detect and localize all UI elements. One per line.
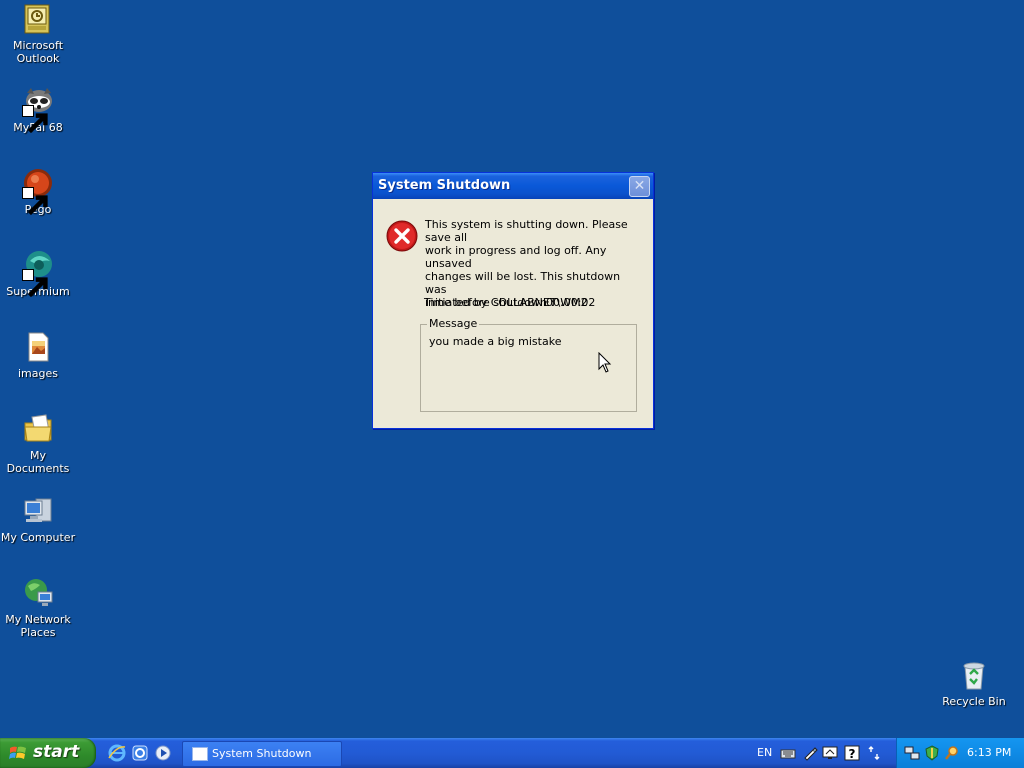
desktop-icon-mypal[interactable]: MyPal 68 — [0, 85, 76, 134]
warning-line: changes will be lost. This shutdown was — [425, 270, 621, 296]
desktop-icon-label: My Documents — [6, 449, 70, 475]
taskbar-button-label: System Shutdown — [212, 747, 312, 760]
image-file-icon — [22, 331, 54, 363]
desktop-icon-label: Outlook — [16, 52, 60, 65]
desktop-icon-label: Microsoft — [12, 39, 64, 52]
clock[interactable]: 6:13 PM — [967, 746, 1011, 759]
desktop-icon-my-network-places[interactable]: My Network Places — [0, 577, 76, 639]
display-icon[interactable] — [822, 745, 838, 761]
taskbar-button-system-shutdown[interactable]: System Shutdown — [182, 741, 342, 767]
desktop-icon-microsoft-outlook[interactable]: Microsoft Outlook — [0, 3, 76, 65]
message-legend: Message — [427, 317, 480, 330]
search-icon[interactable] — [944, 745, 960, 761]
taskbar: start System Shutdown EN ? 6:13 PM — [0, 738, 1024, 768]
error-icon — [386, 220, 418, 252]
shortcut-arrow-icon — [22, 187, 48, 216]
shortcut-arrow-icon — [22, 269, 48, 298]
desktop: Microsoft Outlook MyPal 68 Pego Supermiu… — [0, 0, 1024, 738]
outlook-icon — [22, 3, 54, 35]
arrows-icon[interactable] — [866, 745, 882, 761]
windows-logo-icon — [9, 746, 26, 759]
internet-explorer-icon[interactable] — [108, 744, 126, 762]
desktop-icon-label: images — [18, 367, 58, 380]
desktop-icon-label: Places — [20, 626, 56, 639]
start-label: start — [33, 742, 80, 762]
shortcut-arrow-icon — [22, 105, 48, 134]
network-icon[interactable] — [904, 745, 920, 761]
warning-line: work in progress and log off. Any unsave… — [425, 244, 607, 270]
help-icon[interactable]: ? — [844, 745, 860, 761]
media-player-icon[interactable] — [154, 744, 172, 762]
dialog-title: System Shutdown — [378, 178, 511, 193]
shield-icon[interactable] — [924, 745, 940, 761]
pen-icon[interactable] — [802, 745, 818, 761]
window-icon — [192, 747, 208, 761]
recycle-bin-icon — [958, 659, 990, 691]
system-shutdown-dialog: System Shutdown ✕ This system is shuttin… — [372, 172, 654, 429]
browser-icon[interactable] — [131, 744, 149, 762]
documents-folder-icon — [22, 413, 54, 445]
mouse-cursor-icon — [598, 352, 612, 373]
desktop-icon-my-computer[interactable]: My Computer — [0, 495, 76, 544]
network-places-icon — [22, 577, 54, 609]
timer-value: 00:00:02 — [546, 296, 596, 309]
timer-label: Time before shutdown : — [424, 296, 555, 309]
language-indicator[interactable]: EN — [757, 746, 772, 759]
dialog-body: This system is shutting down. Please sav… — [375, 200, 651, 426]
desktop-icon-label: My Network — [5, 613, 71, 626]
desktop-icon-pego[interactable]: Pego — [0, 167, 76, 216]
pego-icon — [22, 167, 54, 216]
message-text: you made a big mistake — [429, 335, 562, 348]
desktop-icon-my-documents[interactable]: My Documents — [0, 413, 76, 475]
desktop-icon-images[interactable]: images — [0, 331, 76, 380]
svg-text:?: ? — [849, 747, 856, 761]
mypal-icon — [22, 85, 54, 134]
desktop-icon-label: My Computer — [0, 531, 76, 544]
supermium-icon — [22, 249, 54, 298]
dialog-title-bar[interactable]: System Shutdown ✕ — [373, 173, 653, 199]
start-button[interactable]: start — [0, 738, 96, 768]
warning-line: This system is shutting down. Please sav… — [425, 218, 628, 244]
desktop-icon-recycle-bin[interactable]: Recycle Bin — [936, 659, 1012, 708]
desktop-icon-supermium[interactable]: Supermium — [0, 249, 76, 298]
keyboard-icon[interactable] — [780, 745, 796, 761]
desktop-icon-label: Recycle Bin — [942, 695, 1006, 708]
close-button[interactable]: ✕ — [629, 176, 650, 197]
computer-icon — [22, 495, 54, 527]
